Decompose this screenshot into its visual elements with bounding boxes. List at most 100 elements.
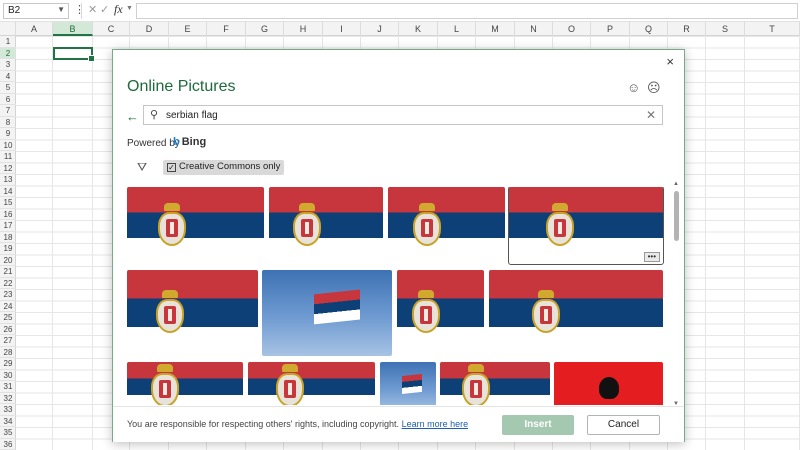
column-header-j[interactable]: J (361, 22, 399, 36)
image-result-albanian-flag[interactable] (554, 362, 663, 405)
image-result-serbian-flag-eagle[interactable] (489, 270, 663, 356)
row-header-13[interactable]: 13 (0, 174, 16, 186)
image-result-serbian-flag-on-pole-sky[interactable] (262, 270, 392, 356)
image-result-serbian-flag-grunge-2[interactable] (127, 270, 258, 356)
row-header-12[interactable]: 12 (0, 163, 16, 174)
row-header-33[interactable]: 33 (0, 404, 16, 416)
row-header-26[interactable]: 26 (0, 324, 16, 335)
select-all-corner[interactable] (0, 22, 16, 36)
row-header-1[interactable]: 1 (0, 36, 16, 48)
column-header-t[interactable]: T (745, 22, 800, 36)
row-header-20[interactable]: 20 (0, 255, 16, 266)
column-header-p[interactable]: P (591, 22, 630, 36)
row-header-7[interactable]: 7 (0, 105, 16, 117)
scrollbar-thumb[interactable] (674, 191, 679, 241)
column-header-b[interactable]: B (53, 22, 93, 36)
creative-commons-filter[interactable]: ✓ Creative Commons only (163, 160, 285, 175)
image-result-serbian-flag-close-up[interactable] (127, 362, 243, 405)
row-header-34[interactable]: 34 (0, 416, 16, 427)
row-header-9[interactable]: 9 (0, 128, 16, 140)
row-header-24[interactable]: 24 (0, 301, 16, 312)
row-header-4[interactable]: 4 (0, 71, 16, 82)
column-header-r[interactable]: R (668, 22, 706, 36)
send-frown-icon[interactable]: ☹ (647, 80, 661, 96)
row-header-2[interactable]: 2 (0, 47, 16, 59)
search-input[interactable]: serbian flag (166, 110, 218, 121)
image-result-serbian-flag-dark[interactable] (248, 362, 375, 405)
column-header-c[interactable]: C (93, 22, 130, 36)
row-header-17[interactable]: 17 (0, 220, 16, 232)
insert-function-icon[interactable]: fx (114, 2, 123, 17)
row-header-23[interactable]: 23 (0, 289, 16, 301)
row-header-19[interactable]: 19 (0, 243, 16, 255)
close-icon[interactable]: × (666, 54, 674, 69)
column-header-l[interactable]: L (438, 22, 476, 36)
row-header-5[interactable]: 5 (0, 82, 16, 94)
confirm-entry-icon[interactable]: ✓ (100, 3, 109, 16)
image-result-serbian-flag-selected[interactable]: ••• (508, 187, 664, 265)
column-header-h[interactable]: H (284, 22, 323, 36)
formula-input[interactable] (136, 3, 798, 19)
column-header-q[interactable]: Q (630, 22, 668, 36)
column-header-f[interactable]: F (207, 22, 246, 36)
learn-more-link[interactable]: Learn more here (402, 419, 469, 429)
row-header-28[interactable]: 28 (0, 347, 16, 358)
more-options-icon[interactable]: ••• (643, 252, 660, 262)
column-header-d[interactable]: D (130, 22, 169, 36)
row-header-10[interactable]: 10 (0, 140, 16, 151)
column-header-e[interactable]: E (169, 22, 207, 36)
name-box[interactable]: B2 ▼ (3, 3, 69, 19)
column-header-i[interactable]: I (323, 22, 361, 36)
row-header-21[interactable]: 21 (0, 266, 16, 278)
clear-search-icon[interactable]: ✕ (646, 108, 656, 122)
insert-button[interactable]: Insert (502, 415, 574, 435)
filter-icon[interactable]: ⛛ (137, 160, 147, 175)
more-options-icon[interactable]: ⋮ (74, 3, 85, 16)
image-result-serbian-flag-plain[interactable] (440, 362, 550, 405)
image-result-serbian-flag-waving[interactable] (397, 270, 484, 356)
row-header-18[interactable]: 18 (0, 232, 16, 243)
row-header-27[interactable]: 27 (0, 335, 16, 347)
row-header-22[interactable]: 22 (0, 278, 16, 289)
row-header-30[interactable]: 30 (0, 370, 16, 381)
back-arrow-icon[interactable]: ← (126, 109, 139, 124)
row-header-15[interactable]: 15 (0, 197, 16, 209)
row-header-35[interactable]: 35 (0, 427, 16, 439)
column-header-s[interactable]: S (706, 22, 745, 36)
row-header-14[interactable]: 14 (0, 186, 16, 197)
row-header-3[interactable]: 3 (0, 59, 16, 71)
checkbox-checked-icon[interactable]: ✓ (167, 163, 176, 172)
column-header-m[interactable]: M (476, 22, 515, 36)
scroll-up-icon[interactable]: ▲ (673, 181, 679, 187)
cancel-entry-icon[interactable]: ✕ (88, 3, 97, 16)
row-header-16[interactable]: 16 (0, 209, 16, 220)
cancel-button[interactable]: Cancel (587, 415, 660, 435)
column-header-g[interactable]: G (246, 22, 284, 36)
crown-icon (157, 364, 174, 372)
row-header-25[interactable]: 25 (0, 312, 16, 324)
coat-of-arms-icon (158, 211, 187, 246)
row-header-29[interactable]: 29 (0, 358, 16, 370)
gallery-scrollbar[interactable]: ▲ ▼ (673, 181, 680, 407)
row-header-6[interactable]: 6 (0, 94, 16, 105)
row-header-32[interactable]: 32 (0, 393, 16, 404)
column-header-n[interactable]: N (515, 22, 553, 36)
send-smile-icon[interactable]: ☺ (627, 80, 640, 95)
row-header-8[interactable]: 8 (0, 117, 16, 128)
chevron-down-icon[interactable]: ▼ (57, 5, 65, 14)
selected-cell[interactable] (53, 47, 95, 62)
double-headed-eagle-icon (598, 377, 619, 399)
column-header-o[interactable]: O (553, 22, 591, 36)
image-result-serbian-flag-building[interactable] (380, 362, 436, 405)
column-header-a[interactable]: A (16, 22, 53, 36)
image-result-serbian-flag-socialist[interactable] (269, 187, 383, 264)
row-header-11[interactable]: 11 (0, 151, 16, 163)
chevron-down-icon[interactable]: ▼ (126, 5, 133, 12)
image-result-serbian-flag-grunge-1[interactable] (127, 187, 264, 264)
column-header-k[interactable]: K (399, 22, 438, 36)
row-header-31[interactable]: 31 (0, 381, 16, 393)
row-header-36[interactable]: 36 (0, 439, 16, 450)
search-box[interactable]: ⚲ serbian flag ✕ (143, 105, 663, 125)
image-result-serbian-flag-coat-of-arms-large[interactable] (388, 187, 505, 264)
grid-column-line (52, 36, 53, 450)
